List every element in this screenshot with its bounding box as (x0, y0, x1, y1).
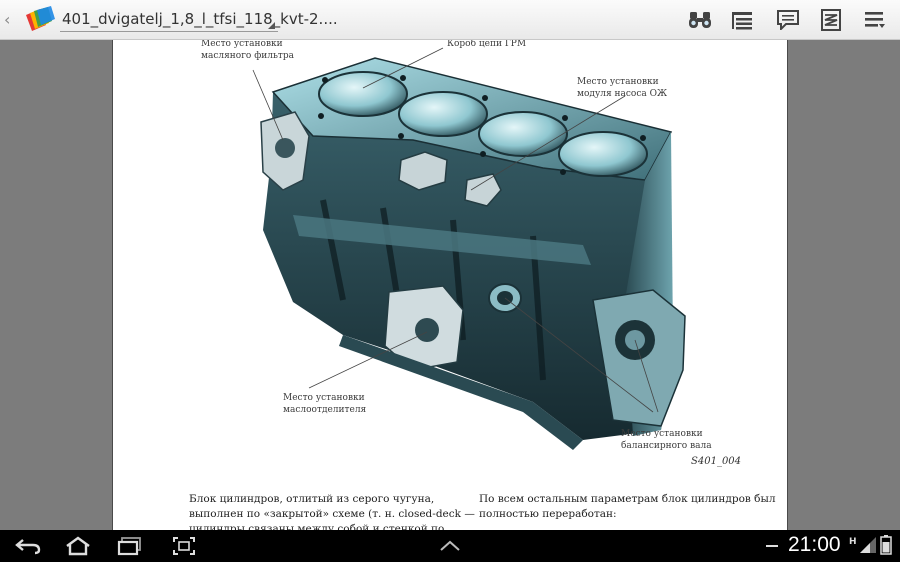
system-bar: 21:00 H (0, 530, 900, 562)
back-chevron-icon[interactable]: ‹ (4, 10, 10, 29)
pdf-page[interactable]: Место установки масляного фильтра Короб … (112, 40, 788, 530)
clock[interactable]: 21:00 (788, 533, 841, 557)
expand-up-icon[interactable] (430, 533, 470, 559)
menu-icon[interactable] (860, 6, 890, 34)
title-dropdown-icon[interactable] (268, 22, 275, 29)
screenshot-icon[interactable] (164, 533, 204, 559)
title-underline (60, 31, 278, 32)
comment-icon[interactable] (773, 6, 803, 34)
app-logo-icon[interactable] (22, 5, 56, 35)
home-icon[interactable] (58, 533, 98, 559)
screen: ‹ 401_dvigatelj_1,8_l_tfsi_118_kvt-2.... (0, 0, 900, 562)
notification-dash (766, 545, 778, 547)
engine-block-illustration (252, 47, 686, 450)
document-viewer[interactable]: Место установки масляного фильтра Короб … (0, 40, 900, 530)
document-title[interactable]: 401_dvigatelj_1,8_l_tfsi_118_kvt-2.... (62, 10, 338, 28)
signal-icon (858, 536, 878, 558)
back-icon[interactable] (8, 533, 48, 559)
figure-id: S401_004 (691, 456, 742, 467)
reflow-icon[interactable] (816, 6, 846, 34)
callout-coolant-pump: Место установки модуля насоса ОЖ (577, 77, 668, 99)
callout-oil-filter: Место установки масляного фильтра (201, 40, 294, 61)
outline-icon[interactable] (727, 6, 757, 34)
callout-timing-case: Короб цепи ГРМ (447, 40, 527, 49)
battery-icon (880, 535, 892, 559)
callout-balance-shaft: Место установки балансирного вала (621, 429, 712, 451)
body-text-right: По всем остальным параметрам блок цилинд… (479, 493, 776, 520)
network-type: H (849, 537, 857, 547)
callout-oil-separator: Место установки маслоотделителя (283, 393, 367, 415)
action-bar: ‹ 401_dvigatelj_1,8_l_tfsi_118_kvt-2.... (0, 0, 900, 40)
body-text-left: Блок цилиндров, отлитый из серого чугуна… (189, 493, 475, 530)
recent-apps-icon[interactable] (110, 533, 150, 559)
binoculars-icon[interactable] (685, 6, 715, 34)
